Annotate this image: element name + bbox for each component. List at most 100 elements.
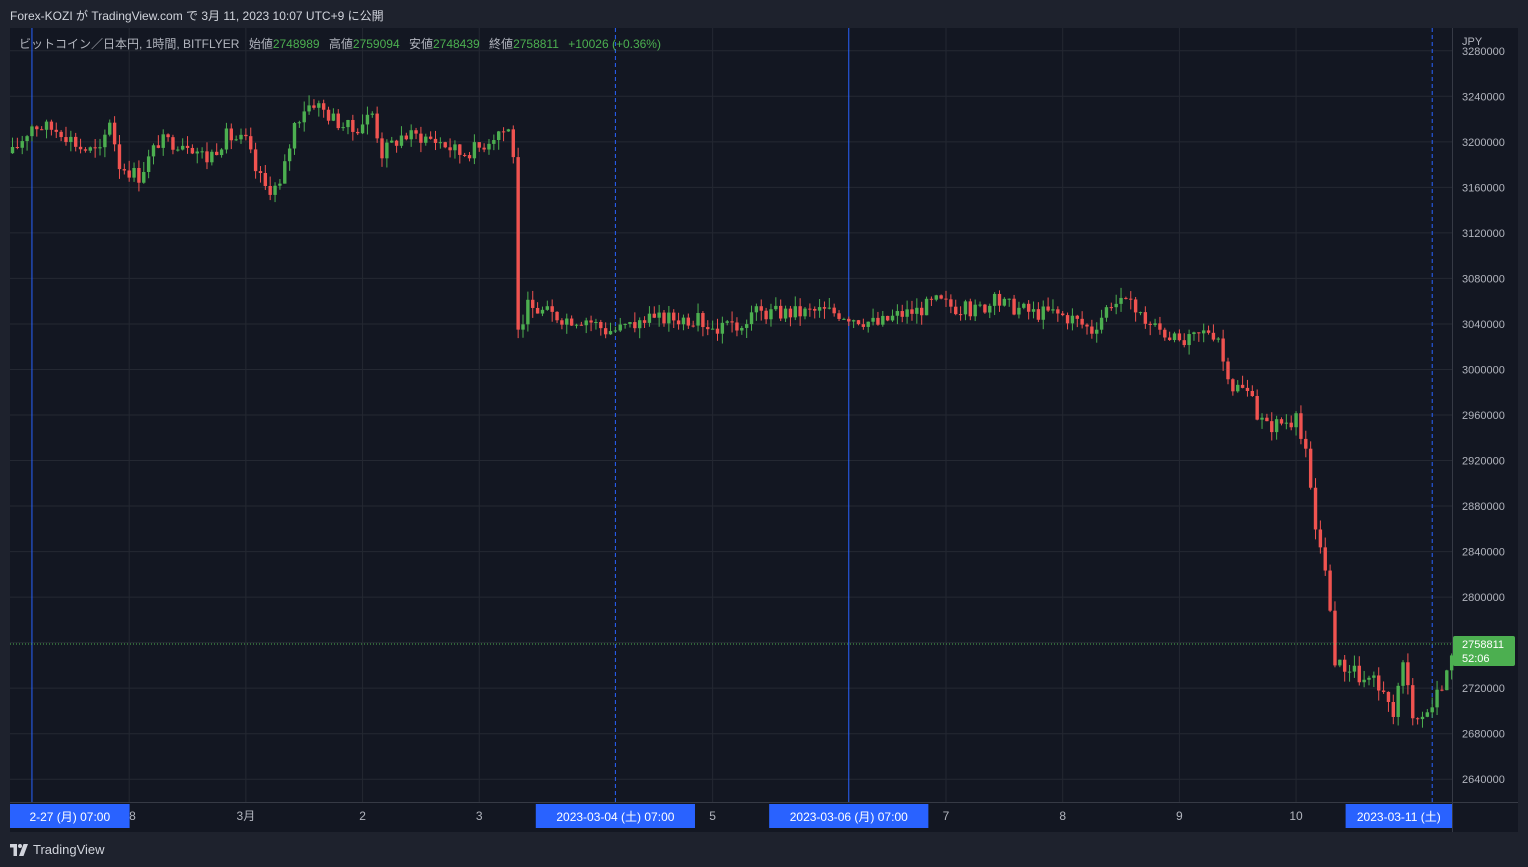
candle-down (788, 308, 793, 318)
candle-down (569, 318, 574, 326)
candle-down (321, 103, 326, 110)
candle-down (1240, 384, 1245, 388)
price-tick-label: 2960000 (1462, 410, 1505, 422)
time-tick-label: 3 (476, 809, 483, 823)
candle-up (1294, 413, 1298, 428)
candle-up (973, 304, 977, 317)
candle-up (992, 293, 997, 306)
candle-down (1342, 659, 1347, 672)
candle-down (1381, 690, 1386, 692)
candle-up (1153, 323, 1157, 325)
price-tick-label: 2800000 (1462, 592, 1505, 604)
candle-down (715, 328, 720, 334)
candle-up (409, 130, 413, 140)
candle-down (1163, 329, 1167, 338)
candle-down (137, 167, 141, 183)
time-tick-label: 10 (1289, 809, 1303, 823)
tradingview-brand[interactable]: TradingView (10, 842, 105, 857)
legend-open: 2748989 (272, 37, 320, 51)
candle-up (200, 151, 204, 153)
price-tick-label: 2880000 (1462, 501, 1505, 513)
candle-down (798, 306, 802, 317)
candle-down (1167, 337, 1172, 340)
candle-down (1036, 309, 1041, 320)
candle-down (477, 142, 481, 148)
candle-up (769, 309, 773, 320)
candle-up (1425, 712, 1430, 717)
candle-down (49, 121, 54, 130)
candle-up (1187, 334, 1191, 346)
candle-down (1357, 665, 1361, 683)
candle-down (1411, 685, 1415, 719)
candle-down (856, 320, 861, 325)
chart-area[interactable]: 3280000 3240000 3200000 3160000 3120000 30800… (10, 28, 1518, 832)
published-text: Forex-KOZI が TradingView.com で 3月 11, 20… (10, 9, 384, 23)
candle-down (983, 304, 987, 313)
price-tick-label: 2680000 (1462, 729, 1505, 741)
candle-up (69, 136, 73, 143)
candle-down (428, 136, 433, 139)
candle-down (579, 324, 584, 326)
candle-down (691, 325, 695, 327)
candle-down (900, 311, 904, 317)
candle-down (380, 138, 384, 159)
candle-down (939, 295, 943, 299)
candle-down (263, 173, 268, 186)
time-tick-label: 7 (943, 809, 950, 823)
tradingview-logo-icon (10, 843, 28, 856)
price-tick-label: 3080000 (1462, 273, 1505, 285)
price-tick-label: 3240000 (1462, 91, 1505, 103)
candle-up (866, 321, 870, 327)
candle-down (244, 134, 248, 137)
candle-up (346, 119, 350, 128)
candle-up (871, 317, 875, 322)
candle-down (458, 144, 462, 155)
price-tick-label: 2920000 (1462, 456, 1505, 468)
candle-down (1323, 547, 1327, 571)
candle-down (1304, 438, 1308, 449)
candle-up (895, 311, 900, 316)
candle-down (535, 307, 540, 314)
candle-down (171, 137, 175, 150)
candle-down (1065, 315, 1070, 324)
candle-up (399, 135, 404, 146)
price-tick-label: 3040000 (1462, 319, 1505, 331)
candle-down (885, 315, 890, 321)
candle-down (1124, 297, 1128, 299)
candle-up (292, 123, 297, 149)
candle-down (414, 130, 418, 134)
candle-down (633, 322, 637, 329)
candle-down (249, 136, 253, 150)
candle-down (443, 142, 447, 148)
candle-down (1377, 675, 1381, 691)
candle-up (317, 103, 321, 108)
candle-down (166, 134, 170, 138)
candle-up (783, 308, 788, 319)
candle-down (944, 298, 948, 300)
candle-up (817, 307, 822, 311)
candle-down (1206, 330, 1211, 333)
candle-up (151, 145, 156, 157)
price-tick-label: 3160000 (1462, 182, 1505, 194)
candle-up (1236, 384, 1240, 392)
candle-down (599, 321, 603, 329)
candle-down (215, 151, 219, 156)
candle-down (847, 318, 851, 322)
candlestick-chart[interactable]: 3280000324000032000003160000312000030800… (10, 28, 1518, 832)
candle-up (1051, 309, 1055, 311)
price-tick-label: 2720000 (1462, 683, 1505, 695)
candle-down (589, 320, 593, 323)
candle-up (1274, 419, 1279, 433)
candle-up (283, 161, 287, 184)
candle-up (1430, 707, 1434, 713)
candle-up (842, 318, 846, 320)
candle-down (1085, 324, 1089, 327)
candle-up (744, 324, 749, 328)
candle-up (1372, 675, 1376, 678)
candle-down (336, 113, 340, 129)
time-highlight-label: 2-27 (月) 07:00 (29, 810, 110, 824)
candle-down (1080, 318, 1084, 325)
candle-down (861, 324, 866, 327)
candle-down (560, 320, 564, 325)
candle-down (467, 155, 472, 159)
